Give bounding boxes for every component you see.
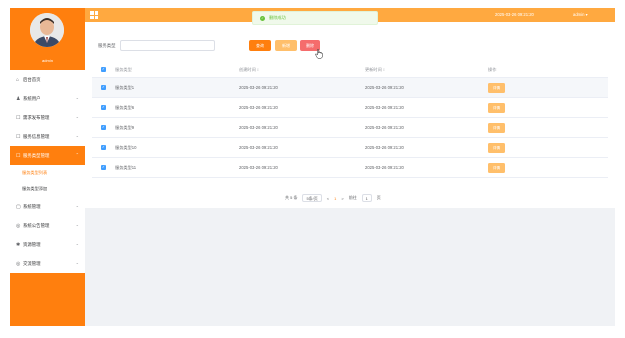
menu-grid-icon[interactable] bbox=[90, 11, 98, 19]
chevron-down-icon: ⌄ bbox=[75, 241, 79, 246]
select-all-checkbox[interactable]: ✓ bbox=[101, 67, 106, 72]
cell-type: 服务类型10 bbox=[115, 144, 137, 150]
table-row[interactable]: ✓ 服务类型11 2025-03-26 09:21:20 2025-03-26 … bbox=[92, 158, 608, 178]
box-icon: ▢ bbox=[16, 203, 21, 210]
info-icon: ◎ bbox=[16, 222, 21, 229]
chevron-down-icon: ⌄ bbox=[75, 203, 79, 208]
app-window: admin ⌂ 后台首页 ♟ 系统用户 ⌄ ☐ 需求发布管理 ⌄ ☐ 服务信息管… bbox=[10, 8, 615, 326]
goto-page-input[interactable]: 1 bbox=[361, 194, 372, 202]
page-unit-label: 页 bbox=[376, 195, 381, 200]
avatar[interactable] bbox=[30, 13, 64, 47]
detail-button[interactable]: 详情 bbox=[488, 162, 505, 173]
sidebar-item-label: 系统管理 bbox=[23, 203, 41, 209]
chevron-down-icon: ⌄ bbox=[75, 114, 79, 119]
check-circle-icon: ✓ bbox=[260, 15, 265, 21]
table-header: ✓ 服务类型 创建时间 ↕ 更新时间 ↕ 操作 bbox=[92, 62, 608, 78]
next-page-button[interactable]: > bbox=[341, 196, 343, 201]
sidebar-item-system-management[interactable]: ▢ 系统管理 ⌄ bbox=[10, 197, 85, 216]
cell-updated: 2025-03-26 09:21:20 bbox=[365, 165, 404, 170]
row-checkbox[interactable]: ✓ bbox=[101, 105, 106, 110]
search-label: 服务类型 bbox=[98, 43, 116, 48]
page-size-select[interactable]: 5条/页 bbox=[302, 194, 322, 202]
service-type-search-input[interactable] bbox=[120, 40, 215, 51]
sidebar-item-service-types[interactable]: ☐ 服务类型管理 ⌃ bbox=[10, 146, 85, 165]
sidebar-item-announcements[interactable]: ◎ 系统公告管理 ⌄ bbox=[10, 216, 85, 235]
sidebar-item-label: 系统用户 bbox=[23, 95, 41, 101]
cell-updated: 2025-03-26 09:21:20 bbox=[365, 85, 404, 90]
table-row[interactable]: ✓ 服务类型9 2025-03-26 09:21:20 2025-03-26 0… bbox=[92, 118, 608, 138]
chevron-up-icon: ⌃ bbox=[75, 152, 79, 157]
row-checkbox[interactable]: ✓ bbox=[101, 125, 106, 130]
chevron-down-icon: ⌄ bbox=[75, 133, 79, 138]
cell-type: 服务类型6 bbox=[115, 104, 135, 110]
cell-type: 服务类型1 bbox=[115, 84, 135, 90]
toast-message: 删除成功 bbox=[269, 15, 286, 20]
cell-created: 2025-03-26 09:21:20 bbox=[239, 85, 278, 90]
sidebar-item-resources[interactable]: ✱ 资源管理 ⌄ bbox=[10, 235, 85, 254]
column-header-actions: 操作 bbox=[488, 66, 497, 72]
chat-icon: ◎ bbox=[16, 260, 21, 267]
column-header-type: 服务类型 bbox=[115, 66, 132, 72]
doc-icon: ☐ bbox=[16, 152, 21, 159]
detail-button[interactable]: 详情 bbox=[488, 122, 505, 133]
row-checkbox[interactable]: ✓ bbox=[101, 85, 106, 90]
row-checkbox[interactable]: ✓ bbox=[101, 165, 106, 170]
sidebar-item-label: 系统公告管理 bbox=[23, 222, 50, 228]
cell-type: 服务类型11 bbox=[115, 164, 137, 170]
sidebar-subitem-service-type-list[interactable]: 服务类型列表 bbox=[10, 165, 85, 181]
sidebar-menu: ⌂ 后台首页 ♟ 系统用户 ⌄ ☐ 需求发布管理 ⌄ ☐ 服务信息管理 ⌄ ☐ … bbox=[10, 70, 85, 273]
chevron-down-icon: ⌄ bbox=[75, 222, 79, 227]
doc-icon: ☐ bbox=[16, 133, 21, 140]
prev-page-button[interactable]: < bbox=[327, 196, 329, 201]
main-content: 服务类型 查询 新增 删除 ✓ 服务类型 创建时间 ↕ 更新时间 ↕ 操作 ✓ … bbox=[85, 22, 615, 208]
table-row[interactable]: ✓ 服务类型1 2025-03-26 09:21:20 2025-03-26 0… bbox=[92, 78, 608, 98]
detail-button[interactable]: 详情 bbox=[488, 102, 505, 113]
sidebar-item-label: 服务类型管理 bbox=[23, 152, 50, 158]
sidebar-item-label: 后台首页 bbox=[23, 76, 41, 82]
home-icon: ⌂ bbox=[16, 76, 20, 83]
success-toast: ✓ 删除成功 bbox=[252, 11, 378, 25]
user-icon: ♟ bbox=[16, 95, 21, 102]
sidebar-subitem-service-type-add[interactable]: 服务类型添加 bbox=[10, 181, 85, 197]
cell-type: 服务类型9 bbox=[115, 124, 135, 130]
detail-button[interactable]: 详情 bbox=[488, 82, 505, 93]
sidebar-item-home[interactable]: ⌂ 后台首页 bbox=[10, 70, 85, 89]
cell-created: 2025-03-26 09:21:20 bbox=[239, 145, 278, 150]
table-row[interactable]: ✓ 服务类型10 2025-03-26 09:21:20 2025-03-26 … bbox=[92, 138, 608, 158]
sidebar: admin ⌂ 后台首页 ♟ 系统用户 ⌄ ☐ 需求发布管理 ⌄ ☐ 服务信息管… bbox=[10, 8, 85, 326]
column-header-updated[interactable]: 更新时间 ↕ bbox=[365, 67, 488, 73]
cell-created: 2025-03-26 09:21:20 bbox=[239, 105, 278, 110]
cell-created: 2025-03-26 09:21:20 bbox=[239, 165, 278, 170]
search-button[interactable]: 查询 bbox=[249, 40, 271, 51]
pagination: 共 5 条 5条/页 < 1 > 前往 1 页 bbox=[285, 193, 381, 203]
page-number[interactable]: 1 bbox=[334, 196, 336, 201]
cell-updated: 2025-03-26 09:21:20 bbox=[365, 145, 404, 150]
current-datetime: 2025-03-26 09:21:20 bbox=[495, 12, 534, 17]
sidebar-item-label: 需求发布管理 bbox=[23, 114, 50, 120]
column-header-created[interactable]: 创建时间 ↕ bbox=[239, 67, 365, 73]
doc-icon: ☐ bbox=[16, 114, 21, 121]
detail-button[interactable]: 详情 bbox=[488, 142, 505, 153]
add-button[interactable]: 新增 bbox=[275, 40, 297, 51]
chevron-down-icon: ⌄ bbox=[75, 95, 79, 100]
row-checkbox[interactable]: ✓ bbox=[101, 145, 106, 150]
hand-cursor-icon bbox=[315, 49, 323, 59]
pagination-total: 共 5 条 bbox=[285, 195, 298, 200]
sidebar-item-service-info[interactable]: ☐ 服务信息管理 ⌄ bbox=[10, 127, 85, 146]
cell-updated: 2025-03-26 09:21:20 bbox=[365, 105, 404, 110]
cell-created: 2025-03-26 09:21:20 bbox=[239, 125, 278, 130]
user-menu[interactable]: admin ▾ bbox=[573, 12, 588, 17]
sidebar-item-system-users[interactable]: ♟ 系统用户 ⌄ bbox=[10, 89, 85, 108]
sidebar-item-label: 服务信息管理 bbox=[23, 133, 50, 139]
username: admin bbox=[42, 58, 53, 63]
sidebar-item-communication[interactable]: ◎ 交流管理 ⌄ bbox=[10, 254, 85, 273]
sidebar-item-label: 资源管理 bbox=[23, 241, 41, 247]
sidebar-item-label: 交流管理 bbox=[23, 260, 41, 266]
chevron-down-icon: ⌄ bbox=[75, 260, 79, 265]
cell-updated: 2025-03-26 09:21:20 bbox=[365, 125, 404, 130]
gear-icon: ✱ bbox=[16, 241, 21, 248]
sidebar-item-demand-management[interactable]: ☐ 需求发布管理 ⌄ bbox=[10, 108, 85, 127]
table-row[interactable]: ✓ 服务类型6 2025-03-26 09:21:20 2025-03-26 0… bbox=[92, 98, 608, 118]
goto-label: 前往 bbox=[348, 195, 357, 200]
